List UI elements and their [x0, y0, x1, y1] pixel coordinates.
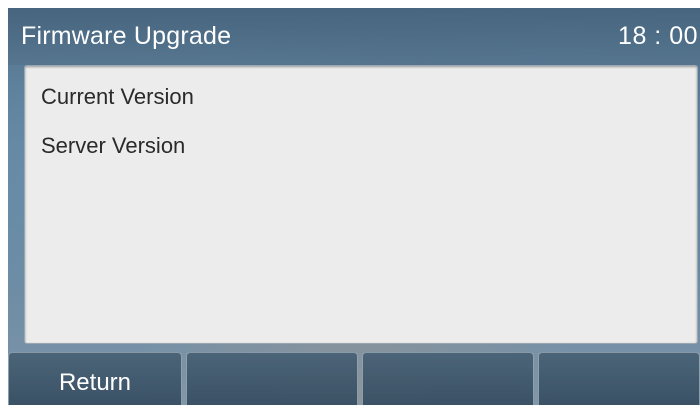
softkey-bar: Return [8, 352, 700, 405]
display-area: Firmware Upgrade 18 : 00 Current Version… [8, 8, 700, 405]
softkey-2[interactable] [186, 352, 358, 405]
return-softkey[interactable]: Return [8, 352, 182, 405]
title-bar: Firmware Upgrade 18 : 00 [8, 8, 700, 65]
content-panel: Current Version Server Version [24, 65, 698, 344]
softkey-4[interactable] [538, 352, 700, 405]
phone-screen: Firmware Upgrade 18 : 00 Current Version… [0, 0, 700, 405]
current-version-row[interactable]: Current Version [41, 84, 194, 110]
clock: 18 : 00 [618, 22, 698, 50]
page-title: Firmware Upgrade [21, 22, 232, 50]
softkey-3[interactable] [362, 352, 534, 405]
server-version-row[interactable]: Server Version [41, 133, 185, 159]
